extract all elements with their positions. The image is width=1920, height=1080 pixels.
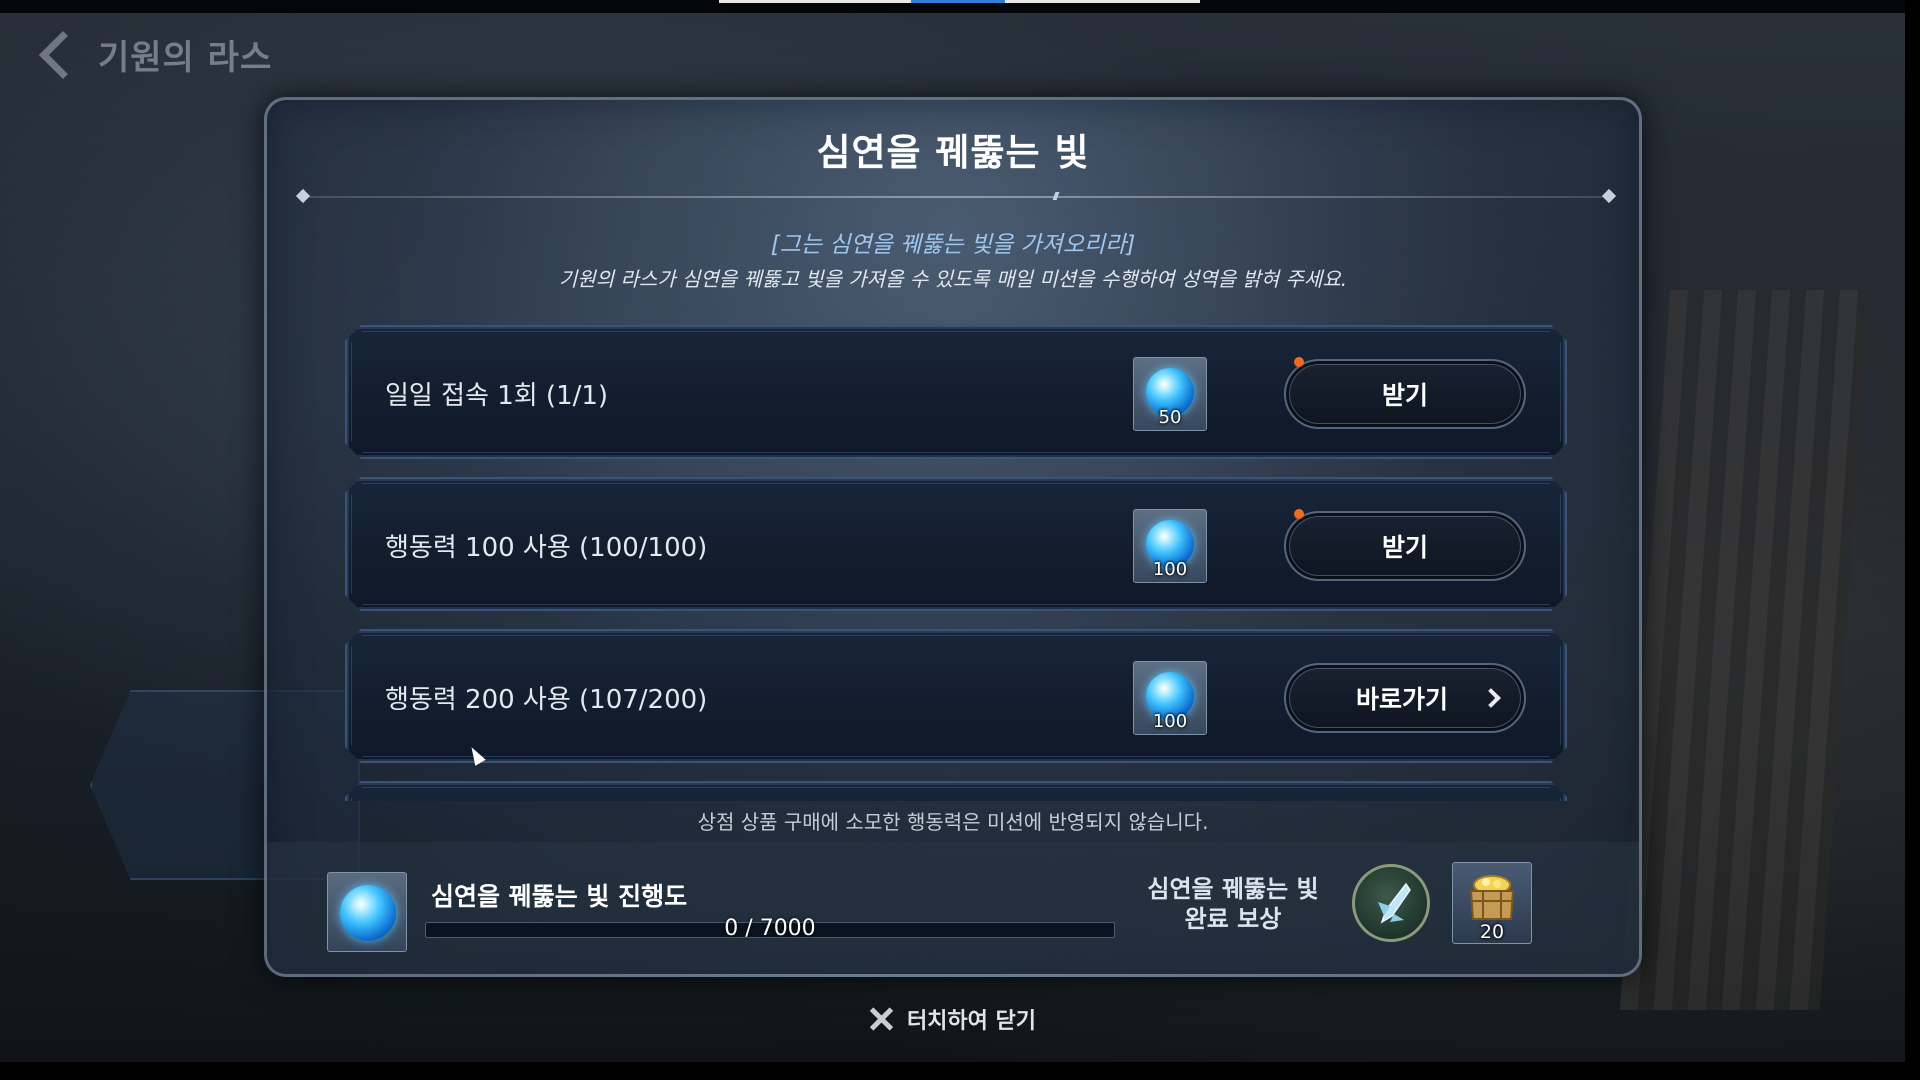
notification-dot bbox=[1294, 357, 1304, 367]
dialog-quote: [그는 심연을 꿰뚫는 빛을 가져오리라] bbox=[770, 232, 1136, 258]
back-button[interactable]: 기원의 라스 bbox=[30, 30, 272, 79]
top-tab-indicator bbox=[719, 0, 911, 3]
divider-ornament bbox=[295, 188, 311, 204]
close-icon bbox=[869, 1007, 893, 1031]
screen-edge bbox=[1905, 0, 1920, 1080]
mission-row: 행동력 200 사용 (107/200) 100 바로가기 bbox=[345, 629, 1567, 763]
chest-count: 20 bbox=[1479, 921, 1505, 943]
dialog-description: 기원의 라스가 심연을 꿰뚫고 빛을 가져올 수 있도록 매일 미션을 수행하여… bbox=[558, 267, 1348, 291]
mission-reward[interactable]: 50 bbox=[1133, 357, 1207, 431]
mission-row: 행동력 100 사용 (100/100) 100 받기 bbox=[345, 477, 1567, 611]
mission-row-partial bbox=[345, 781, 1567, 801]
claim-button-label: 받기 bbox=[1381, 533, 1428, 562]
claim-button-label: 받기 bbox=[1381, 381, 1428, 410]
dialog-title: 심연을 꿰뚫는 빛 bbox=[816, 131, 1090, 174]
chevron-right-icon bbox=[1481, 688, 1501, 708]
chevron-left-icon bbox=[38, 30, 88, 79]
screen-edge bbox=[0, 1062, 1920, 1080]
close-dialog-button[interactable]: 터치하여 닫기 bbox=[0, 1003, 1905, 1035]
mission-list[interactable]: 일일 접속 1회 (1/1) 50 받기 행동력 100 사용 (100/100… bbox=[345, 325, 1567, 801]
progress-value: 0 / 7000 bbox=[724, 916, 816, 941]
treasure-chest-icon bbox=[1469, 875, 1515, 920]
claim-button[interactable]: 받기 bbox=[1284, 359, 1526, 429]
progress-footer: 심연을 꿰뚫는 빛 진행도 0 / 7000 심연을 꿰뚫는 빛 완료 보상 2… bbox=[267, 842, 1639, 974]
mission-label: 행동력 200 사용 (107/200) bbox=[385, 685, 708, 715]
mission-label: 일일 접속 1회 (1/1) bbox=[385, 381, 609, 411]
mission-reward[interactable]: 100 bbox=[1133, 509, 1207, 583]
background-pillar bbox=[1619, 290, 1871, 1010]
top-strip bbox=[0, 0, 1920, 13]
reward-count: 100 bbox=[1152, 559, 1188, 580]
reward-count: 50 bbox=[1158, 407, 1182, 428]
mission-notice: 상점 상품 구매에 소모한 행동력은 미션에 반영되지 않습니다. bbox=[697, 810, 1209, 834]
close-label: 터치하여 닫기 bbox=[906, 1009, 1037, 1034]
treasure-chest-reward[interactable]: 20 bbox=[1452, 862, 1532, 944]
reward-count: 100 bbox=[1152, 711, 1188, 732]
top-tab-indicator-active bbox=[911, 0, 1005, 3]
top-tab-indicator bbox=[1005, 0, 1200, 3]
mission-dialog: 심연을 꿰뚫는 빛 [그는 심연을 꿰뚫는 빛을 가져오리라] 기원의 라스가 … bbox=[264, 97, 1642, 977]
crystal-emblem-icon[interactable] bbox=[1352, 864, 1430, 942]
progress-item-slot[interactable] bbox=[327, 872, 407, 952]
completion-reward-title-line2: 완료 보상 bbox=[1184, 905, 1282, 933]
goto-button[interactable]: 바로가기 bbox=[1284, 663, 1526, 733]
goto-button-label: 바로가기 bbox=[1356, 685, 1449, 714]
claim-button[interactable]: 받기 bbox=[1284, 511, 1526, 581]
screen-title: 기원의 라스 bbox=[98, 38, 273, 78]
notification-dot bbox=[1294, 509, 1304, 519]
progress-label: 심연을 꿰뚫는 빛 진행도 bbox=[431, 882, 688, 911]
title-divider bbox=[295, 188, 1617, 204]
blue-orb-icon bbox=[340, 885, 396, 941]
divider-ornament bbox=[1601, 188, 1617, 204]
mission-reward[interactable]: 100 bbox=[1133, 661, 1207, 735]
crystal-emblem-graphic bbox=[1378, 882, 1411, 924]
divider-ornament bbox=[1052, 192, 1060, 200]
completion-reward-title: 심연을 꿰뚫는 빛 완료 보상 bbox=[1133, 874, 1333, 934]
mission-row: 일일 접속 1회 (1/1) 50 받기 bbox=[345, 325, 1567, 459]
completion-reward-title-line1: 심연을 꿰뚫는 빛 bbox=[1147, 875, 1319, 903]
mission-label: 행동력 100 사용 (100/100) bbox=[385, 533, 708, 563]
